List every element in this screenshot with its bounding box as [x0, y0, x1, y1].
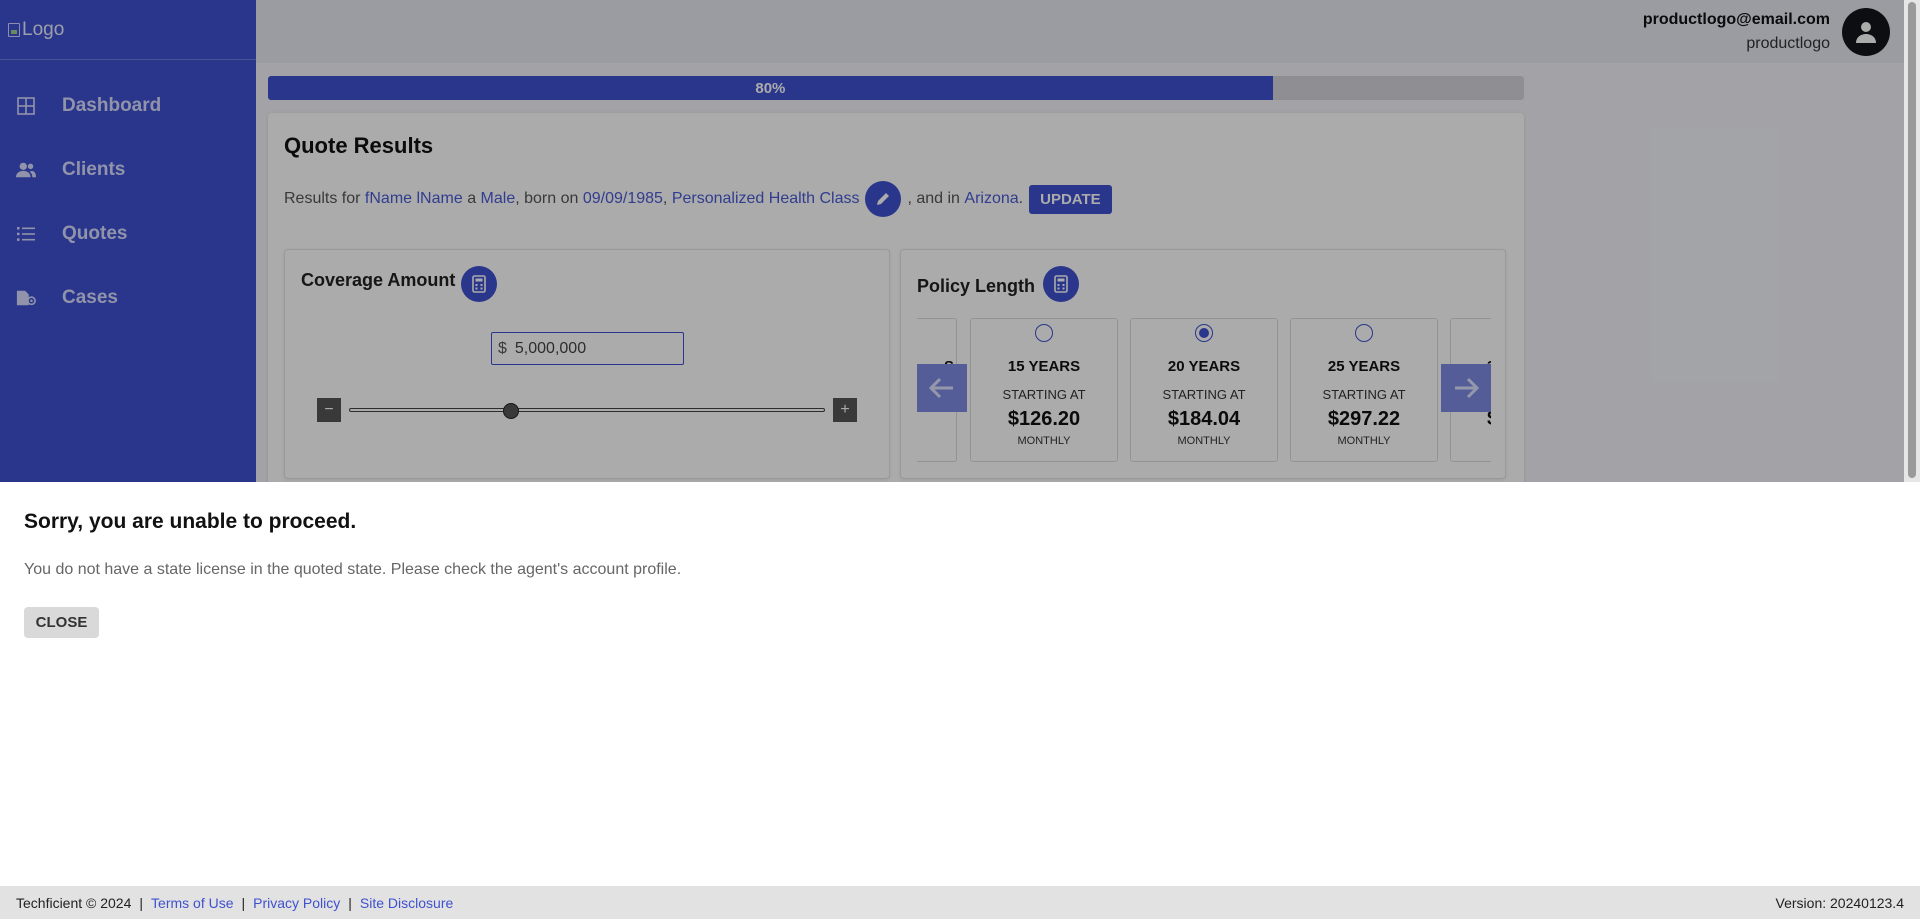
footer-separator: | [139, 894, 144, 911]
error-dialog: Sorry, you are unable to proceed. You do… [0, 482, 1920, 886]
site-disclosure-link[interactable]: Site Disclosure [360, 895, 453, 911]
footer: Techficient © 2024 | Terms of Use | Priv… [0, 886, 1920, 919]
close-button[interactable]: CLOSE [24, 607, 99, 638]
terms-of-use-link[interactable]: Terms of Use [151, 895, 233, 911]
scrollbar-thumb[interactable] [1908, 2, 1916, 478]
dialog-message: You do not have a state license in the q… [24, 561, 682, 578]
footer-separator: | [241, 894, 246, 911]
footer-separator: | [348, 894, 352, 911]
privacy-policy-link[interactable]: Privacy Policy [253, 895, 340, 911]
dialog-title: Sorry, you are unable to proceed. [24, 510, 357, 533]
footer-left: Techficient © 2024 | Terms of Use | Priv… [16, 895, 453, 911]
copyright: Techficient © 2024 [16, 894, 132, 911]
scrollbar[interactable] [1904, 0, 1920, 482]
version-label: Version: 20240123.4 [1775, 894, 1904, 911]
